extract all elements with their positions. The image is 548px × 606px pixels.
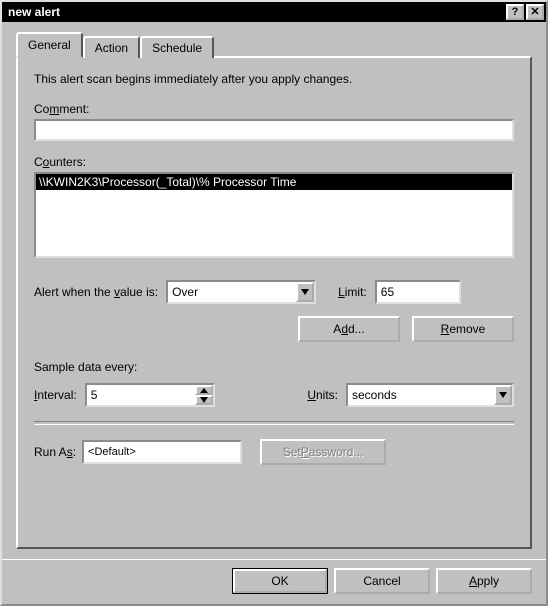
tab-strip: General Action Schedule — [16, 32, 532, 58]
chevron-down-icon — [499, 392, 507, 398]
tab-action[interactable]: Action — [83, 36, 140, 58]
dropdown-button[interactable] — [494, 385, 512, 405]
separator — [34, 421, 514, 425]
close-button[interactable]: ✕ — [526, 4, 544, 20]
interval-label: Interval: — [34, 388, 77, 402]
tab-schedule[interactable]: Schedule — [140, 36, 214, 58]
close-icon: ✕ — [530, 7, 539, 18]
chevron-down-icon — [200, 397, 208, 403]
ok-button[interactable]: OK — [232, 568, 328, 594]
title-bar: new alert ? ✕ — [2, 2, 546, 22]
cancel-button[interactable]: Cancel — [334, 568, 430, 594]
interval-spinner[interactable]: 5 — [85, 383, 215, 407]
condition-select[interactable]: Over — [166, 280, 316, 304]
alert-properties-window: new alert ? ✕ General Action Schedule Th… — [0, 0, 548, 606]
units-label: Units: — [307, 388, 338, 402]
limit-label: Limit: — [338, 285, 367, 299]
alert-when-row: Alert when the value is: Over Limit: — [34, 280, 514, 304]
tab-general[interactable]: General — [16, 32, 83, 58]
spinner-buttons — [195, 385, 213, 405]
sample-row: Interval: 5 Units: seconds — [34, 383, 514, 407]
set-password-button[interactable]: Set Password... — [260, 439, 386, 465]
add-button[interactable]: Add... — [298, 316, 400, 342]
spin-up-button[interactable] — [195, 385, 213, 395]
condition-value: Over — [168, 285, 296, 299]
limit-input[interactable] — [375, 280, 461, 304]
counters-listbox[interactable]: \\KWIN2K3\Processor(_Total)\% Processor … — [34, 172, 514, 258]
units-value: seconds — [348, 388, 494, 402]
counter-item[interactable]: \\KWIN2K3\Processor(_Total)\% Processor … — [36, 174, 512, 190]
runas-label: Run As: — [34, 445, 76, 459]
dialog-footer: OK Cancel Apply — [2, 559, 546, 604]
chevron-up-icon — [200, 388, 208, 393]
runas-input[interactable] — [82, 440, 242, 464]
chevron-down-icon — [301, 289, 309, 295]
add-remove-row: Add... Remove — [34, 316, 514, 342]
sample-heading: Sample data every: — [34, 360, 514, 374]
units-select[interactable]: seconds — [346, 383, 514, 407]
remove-button[interactable]: Remove — [412, 316, 514, 342]
counters-label: Counters: — [34, 155, 514, 169]
alert-when-label: Alert when the value is: — [34, 285, 158, 299]
dropdown-button[interactable] — [296, 282, 314, 302]
apply-button[interactable]: Apply — [436, 568, 532, 594]
comment-input[interactable] — [34, 119, 514, 141]
client-area: General Action Schedule This alert scan … — [2, 22, 546, 559]
intro-text: This alert scan begins immediately after… — [34, 72, 514, 86]
spin-down-button[interactable] — [195, 395, 213, 405]
runas-row: Run As: Set Password... — [34, 439, 514, 465]
interval-value: 5 — [87, 385, 195, 405]
general-panel: This alert scan begins immediately after… — [16, 56, 532, 549]
help-button[interactable]: ? — [506, 4, 524, 20]
window-title: new alert — [4, 5, 504, 19]
comment-label: Comment: — [34, 102, 514, 116]
